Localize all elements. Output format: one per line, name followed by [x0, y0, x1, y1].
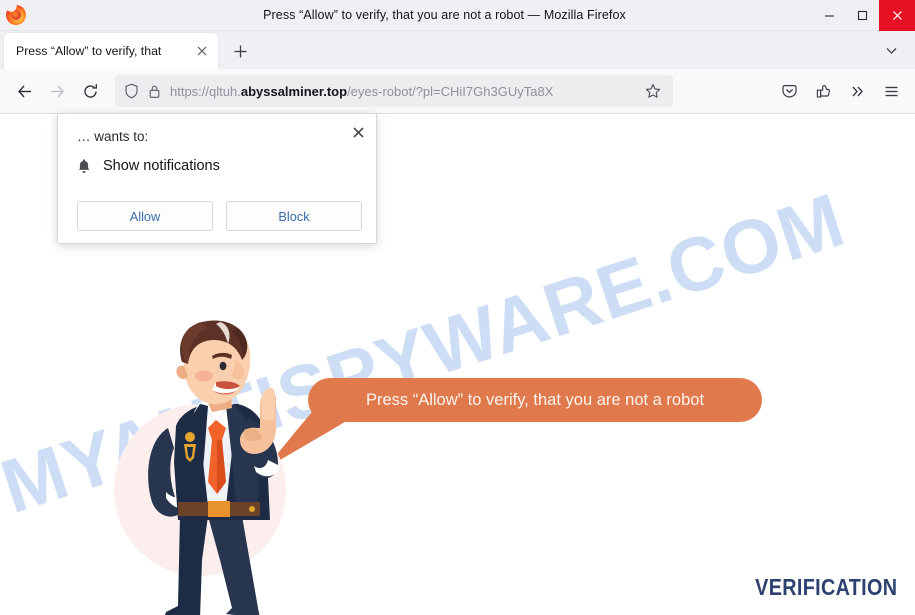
url-host: abyssalminer.top: [240, 83, 348, 99]
url-subdomain: qltuh.: [209, 83, 241, 99]
window-title: Press “Allow” to verify, that you are no…: [263, 8, 626, 22]
permission-label: Show notifications: [103, 158, 220, 174]
speech-bubble-text: Press “Allow” to verify, that you are no…: [365, 390, 705, 409]
verification-footer-label: VERIFICATION: [754, 574, 897, 600]
browser-tab[interactable]: Press “Allow” to verify, that: [4, 33, 218, 69]
minimize-button[interactable]: [813, 0, 846, 31]
application-menu-icon[interactable]: [875, 75, 907, 107]
bell-icon: [77, 158, 91, 174]
window-titlebar: Press “Allow” to verify, that you are no…: [0, 0, 915, 31]
reload-button-icon[interactable]: [74, 75, 107, 108]
close-icon[interactable]: [347, 121, 369, 143]
allow-button[interactable]: Allow: [77, 201, 213, 231]
tab-title: Press “Allow” to verify, that: [16, 44, 162, 58]
block-button[interactable]: Block: [226, 201, 362, 231]
close-tab-icon[interactable]: [192, 41, 212, 61]
list-all-tabs-icon[interactable]: [877, 36, 905, 64]
firefox-logo-icon: [6, 2, 26, 25]
permission-origin-text: … wants to:: [77, 129, 149, 144]
toolbar-right-actions: [773, 75, 907, 107]
speech-bubble: Press “Allow” to verify, that you are no…: [262, 372, 762, 472]
url-path: /eyes-robot/?pl=CHiI7Gh3GUyTa8X: [347, 83, 554, 99]
close-window-button[interactable]: [879, 0, 915, 31]
share-icon[interactable]: [807, 75, 839, 107]
speech-bubble-body: Press “Allow” to verify, that you are no…: [308, 378, 762, 422]
bookmark-star-icon[interactable]: [640, 78, 666, 104]
back-button-icon[interactable]: [8, 75, 41, 108]
url-scheme: https://: [170, 83, 210, 99]
shield-icon[interactable]: [124, 83, 139, 99]
permission-request-row: Show notifications: [77, 158, 220, 174]
maximize-button[interactable]: [846, 0, 879, 31]
url-text[interactable]: https://qltuh.abyssalminer.top/eyes-robo…: [170, 84, 640, 99]
notification-permission-popup: … wants to: Show notifications Allow Blo…: [57, 113, 377, 244]
pocket-icon[interactable]: [773, 75, 805, 107]
agent-character-illustration: [114, 320, 286, 615]
permission-buttons: Allow Block: [77, 201, 362, 231]
window-controls: [813, 0, 915, 31]
lock-icon[interactable]: [148, 84, 161, 99]
forward-button-icon[interactable]: [41, 75, 74, 108]
navigation-toolbar: https://qltuh.abyssalminer.top/eyes-robo…: [0, 69, 915, 114]
overflow-chevrons-icon[interactable]: [841, 75, 873, 107]
tab-strip: Press “Allow” to verify, that: [0, 31, 915, 69]
url-bar[interactable]: https://qltuh.abyssalminer.top/eyes-robo…: [115, 75, 673, 107]
new-tab-button[interactable]: [225, 36, 255, 66]
